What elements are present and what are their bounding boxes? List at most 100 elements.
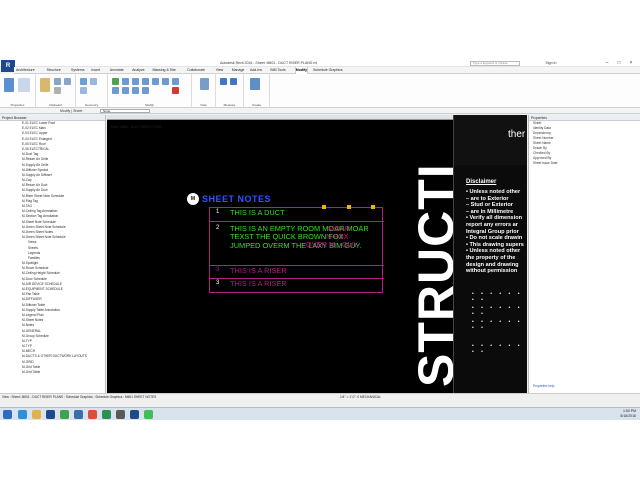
disclaimer-line: the property of the bbox=[466, 255, 516, 261]
modify-arrow-icon[interactable] bbox=[4, 78, 14, 92]
tab-structure[interactable]: Structure bbox=[47, 67, 61, 74]
app-icon[interactable] bbox=[144, 410, 153, 419]
copy-element-icon[interactable] bbox=[152, 78, 159, 85]
app-icon[interactable] bbox=[116, 410, 125, 419]
revit-window: R Autodesk Revit 2016 - Sheet: M601 - DU… bbox=[0, 60, 640, 420]
disclaimer-line: – Stud or Exterior bbox=[466, 202, 513, 209]
tab-schedule-graphics[interactable]: Schedule Graphics bbox=[313, 67, 343, 74]
delete-icon[interactable] bbox=[172, 87, 179, 94]
search-input[interactable]: Type a keyword or phrase bbox=[470, 61, 520, 66]
grip-handle[interactable] bbox=[347, 205, 351, 209]
table-row[interactable]: 3 THIS IS A RISER bbox=[210, 266, 384, 279]
ghost-text: GUY bbox=[342, 240, 359, 249]
window-title: Autodesk Revit 2016 - Sheet: M601 - DUCT… bbox=[220, 61, 318, 65]
title-block-panel: ther Disclaimer • Unless noted other – ar… bbox=[453, 115, 527, 393]
disclaimer-line: • Unless noted other bbox=[466, 248, 521, 255]
tab-systems[interactable]: Systems bbox=[71, 67, 84, 74]
title-block-text: STRUCTI bbox=[405, 115, 453, 393]
tab-massing-site[interactable]: Massing & Site bbox=[152, 67, 175, 74]
properties-help-link[interactable]: Properties help bbox=[529, 384, 554, 389]
join-icon[interactable] bbox=[80, 87, 87, 94]
split-icon[interactable] bbox=[112, 87, 119, 94]
properties-list: Sheet Identity Data Dependency Sheet Number… bbox=[529, 121, 640, 166]
ie-icon[interactable] bbox=[18, 410, 27, 419]
tab-manage[interactable]: Manage bbox=[232, 67, 245, 74]
close-icon[interactable]: × bbox=[626, 60, 636, 67]
start-icon[interactable] bbox=[3, 410, 12, 419]
sign-in-button[interactable]: Sign In bbox=[540, 60, 562, 67]
view-icon[interactable] bbox=[200, 78, 209, 90]
outlook-icon[interactable] bbox=[74, 410, 83, 419]
ribbon-group-properties: Properties bbox=[0, 74, 36, 108]
tab-bim-tools[interactable]: BIM Tools bbox=[270, 67, 285, 74]
options-bar-combo[interactable]: None bbox=[100, 109, 150, 113]
disclaimer-line: without permission bbox=[466, 268, 518, 275]
maximize-icon[interactable]: □ bbox=[614, 60, 624, 67]
trim-icon[interactable] bbox=[172, 78, 179, 85]
properties-icon[interactable] bbox=[18, 78, 30, 92]
disclaimer-line: • Do not scale drawin bbox=[466, 235, 523, 242]
tab-modify[interactable]: Modify bbox=[294, 67, 309, 74]
options-bar-label: Modify | Sheet bbox=[60, 109, 83, 113]
rotate-icon[interactable] bbox=[162, 78, 169, 85]
mirror-icon[interactable] bbox=[132, 78, 139, 85]
excel-icon[interactable] bbox=[102, 410, 111, 419]
array-icon[interactable] bbox=[122, 87, 129, 94]
ribbon-panel: Properties Clipboard Geometry Modify Vie… bbox=[0, 74, 640, 108]
revit-taskbar-icon[interactable] bbox=[130, 410, 139, 419]
property-row[interactable]: Sheet Issue Date bbox=[529, 161, 640, 166]
chrome-icon[interactable] bbox=[88, 410, 97, 419]
disclaimer-line: • Unless noted other bbox=[466, 189, 521, 195]
pin-icon[interactable] bbox=[142, 87, 149, 94]
measure-icon[interactable] bbox=[220, 78, 227, 85]
title-block-header: ther bbox=[454, 115, 527, 165]
offset-icon[interactable] bbox=[122, 78, 129, 85]
dimension-icon[interactable] bbox=[230, 78, 237, 85]
cut-icon[interactable] bbox=[54, 78, 61, 85]
title-block-word: STRUCTI bbox=[408, 163, 453, 387]
revit-logo-icon[interactable]: R bbox=[1, 60, 15, 72]
browser-item[interactable]: M-Grid Table bbox=[0, 370, 105, 375]
schedule-marker-icon: M bbox=[187, 193, 199, 205]
create-icon[interactable] bbox=[250, 78, 260, 90]
project-browser: Project Browser E-01 ELEC Lower Roof E-02… bbox=[0, 115, 106, 393]
tab-collaborate[interactable]: Collaborate bbox=[187, 67, 205, 74]
copy-icon[interactable] bbox=[64, 78, 71, 85]
row-number: 2 bbox=[216, 225, 220, 231]
revit-taskbar-icon[interactable] bbox=[46, 410, 55, 419]
tab-analyze[interactable]: Analyze bbox=[132, 67, 144, 74]
ghost-text: OVER M bbox=[306, 240, 336, 249]
move-icon[interactable] bbox=[142, 78, 149, 85]
schedule-title: SHEET NOTES bbox=[202, 194, 272, 204]
row-number: 1 bbox=[216, 209, 220, 215]
disclaimer-line: Integral Group prior bbox=[466, 228, 519, 235]
tab-insert[interactable]: Insert bbox=[91, 67, 100, 74]
paste-icon[interactable] bbox=[40, 78, 50, 92]
clock[interactable]: 1:50 PM 5/16/2016 bbox=[620, 409, 636, 419]
match-properties-icon[interactable] bbox=[54, 87, 61, 94]
app-icon[interactable] bbox=[60, 410, 69, 419]
tab-annotate[interactable]: Annotate bbox=[110, 67, 124, 74]
ribbon-group-label: Measure bbox=[223, 103, 236, 107]
tab-architecture[interactable]: Architecture bbox=[16, 67, 35, 74]
ribbon-group-create: Create bbox=[244, 74, 270, 108]
title-block-dots: • • • • • • • • bbox=[472, 291, 523, 303]
scale-icon[interactable] bbox=[132, 87, 139, 94]
folder-icon[interactable] bbox=[32, 410, 41, 419]
table-row[interactable]: 3 THIS IS A RISER bbox=[210, 279, 384, 293]
cope-icon[interactable] bbox=[80, 78, 87, 85]
grip-handle[interactable] bbox=[322, 205, 326, 209]
tab-add-ins[interactable]: Add-Ins bbox=[250, 67, 262, 74]
tab-view[interactable]: View bbox=[216, 67, 224, 74]
view-scale[interactable]: 1/4" = 1'-0" :0 MECHANICAL bbox=[340, 394, 381, 400]
align-icon[interactable] bbox=[112, 78, 119, 85]
row-text: THIS IS A DUCT bbox=[230, 208, 285, 217]
cut-geometry-icon[interactable] bbox=[90, 78, 97, 85]
grip-handle[interactable] bbox=[371, 205, 375, 209]
minimize-icon[interactable]: – bbox=[602, 60, 612, 67]
disclaimer-heading: Disclaimer bbox=[466, 179, 497, 185]
table-row[interactable]: 1 THIS IS A DUCT bbox=[210, 208, 384, 222]
sheet-notes-schedule[interactable]: M SHEET NOTES 1 THIS IS A DUCT 2 THIS IS… bbox=[187, 193, 384, 293]
ribbon-group-label: Properties bbox=[10, 103, 25, 107]
drawing-canvas[interactable]: Sheet: M601 - DUCT RISER PLANS M SHEET N… bbox=[107, 115, 527, 393]
